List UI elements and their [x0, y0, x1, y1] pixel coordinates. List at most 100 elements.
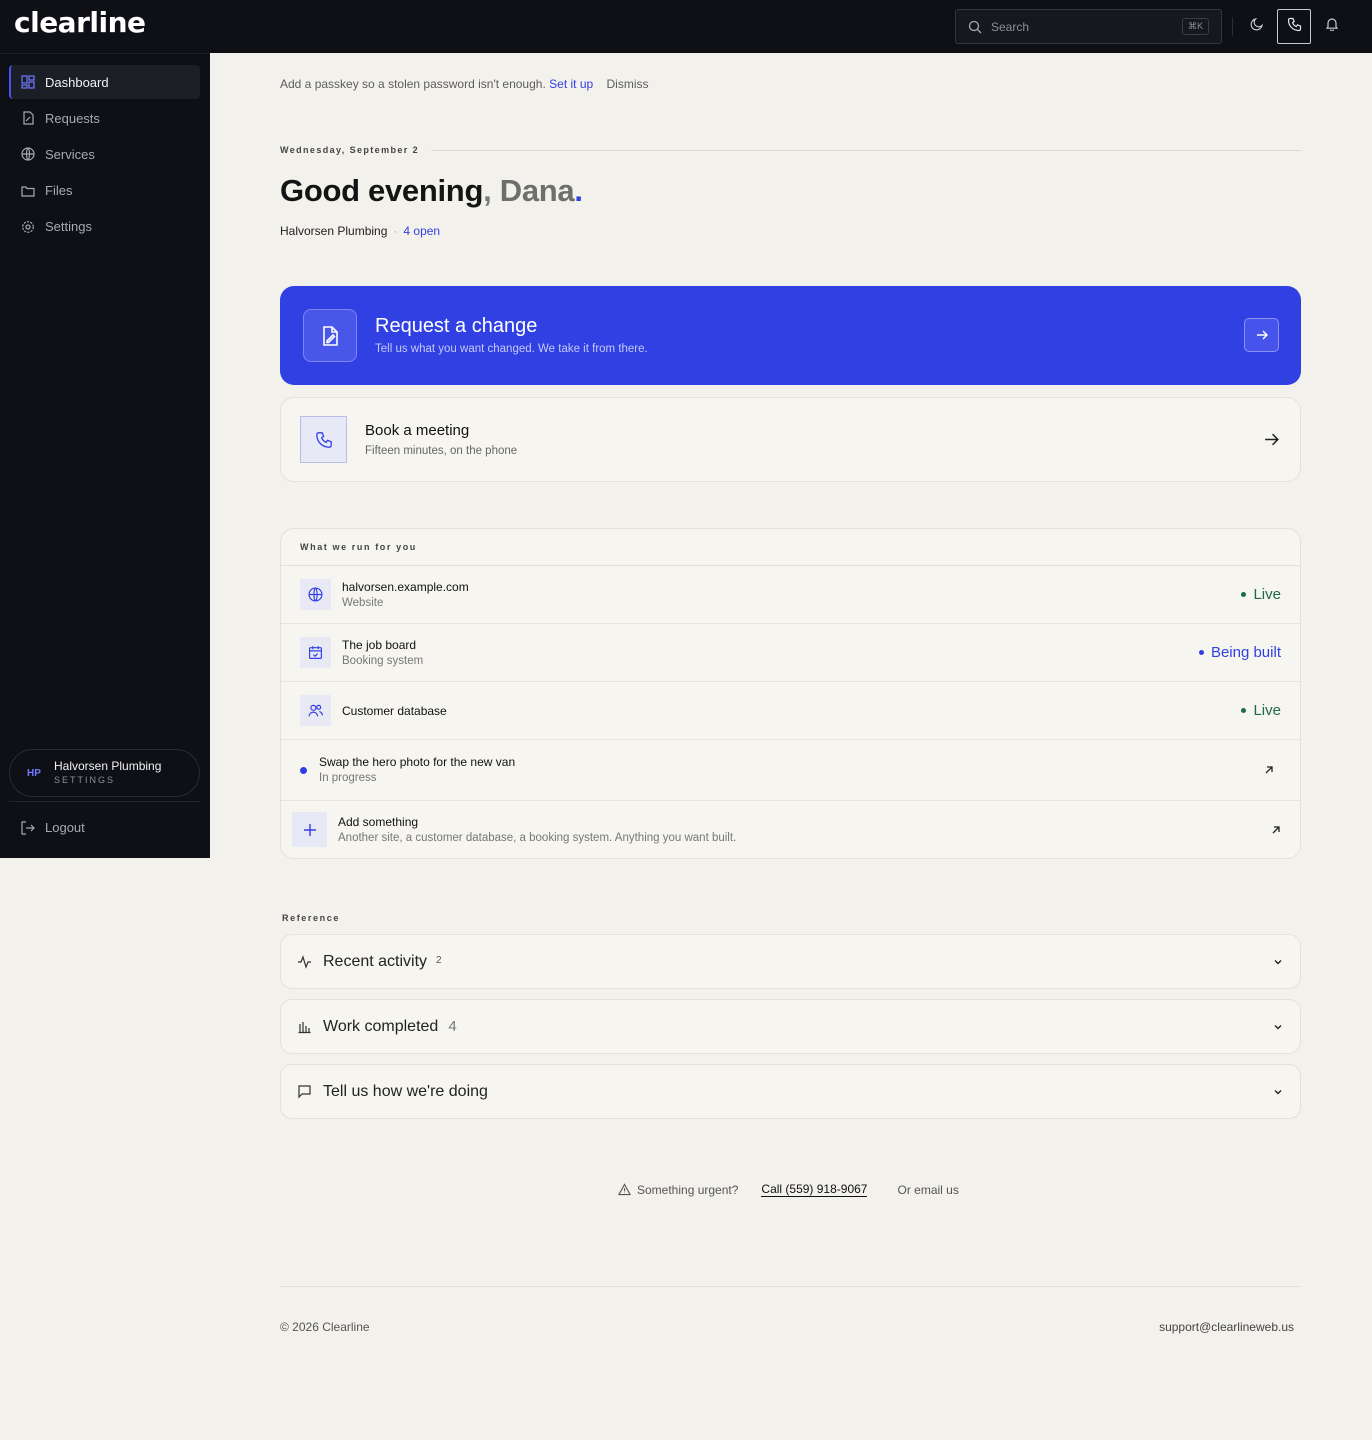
task-row[interactable]: Swap the hero photo for the new van In p…: [281, 740, 1300, 801]
service-name: Customer database: [342, 703, 447, 718]
service-type: Booking system: [342, 654, 424, 667]
sidebar-item-label: Files: [45, 183, 73, 199]
copyright: © 2026 Clearline: [280, 1320, 370, 1334]
sidebar-item-dashboard[interactable]: Dashboard: [9, 65, 200, 99]
service-info: The job board Booking system: [342, 637, 423, 669]
add-description: Another site, a customer database, a boo…: [338, 831, 737, 844]
org-info: Halvorsen Plumbing SETTINGS: [54, 759, 161, 787]
service-row[interactable]: halvorsen.example.com Website Live: [281, 566, 1300, 624]
phone-icon: [300, 416, 347, 463]
accordion-label: Tell us how we're doing: [323, 1082, 488, 1100]
arrow-right-icon[interactable]: [1244, 318, 1279, 352]
meeting-subtitle: Fifteen minutes, on the phone: [365, 445, 518, 457]
hero-subtitle: Tell us what you want changed. We take i…: [375, 343, 648, 355]
urgent-text: Something urgent?: [637, 1182, 739, 1197]
accordion-title: Tell us how we're doing: [323, 1083, 488, 1101]
page-title: Good evening, Dana.: [280, 173, 583, 209]
call-link[interactable]: Call (559) 918-9067: [761, 1182, 868, 1197]
status-badge: Live: [1241, 586, 1281, 603]
status-label: Live: [1253, 586, 1281, 603]
accordion-recent-activity[interactable]: Recent activity 2: [280, 934, 1301, 989]
status-dot: [1241, 708, 1247, 713]
sidebar-item-label: Dashboard: [45, 74, 109, 90]
status-label: Live: [1253, 702, 1281, 719]
gear-icon: [21, 220, 35, 234]
search-input[interactable]: Search ⌘K: [955, 9, 1222, 44]
request-change-card[interactable]: Request a change Tell us what you want c…: [280, 286, 1301, 385]
service-info: Customer database: [342, 703, 447, 719]
logout-icon: [21, 820, 35, 835]
account-meta: Halvorsen Plumbing · 4 open: [280, 224, 440, 238]
accordion-title: Recent activity 2: [323, 953, 442, 971]
chevron-down-icon: [1272, 1086, 1284, 1098]
task-info: Swap the hero photo for the new van In p…: [319, 754, 515, 786]
sidebar-item-settings[interactable]: Settings: [9, 210, 200, 244]
accordion-label: Work completed: [323, 1017, 439, 1035]
arrow-up-right-icon: [1263, 764, 1275, 776]
brand-logo[interactable]: clearline: [14, 6, 146, 39]
top-bar: Search ⌘K: [210, 0, 1372, 53]
logout-button[interactable]: Logout: [21, 820, 85, 835]
company-name: Halvorsen Plumbing: [280, 224, 388, 238]
sidebar-item-services[interactable]: Services: [9, 137, 200, 171]
support-email-link[interactable]: support@clearlineweb.us: [1159, 1320, 1294, 1334]
arrow-right-icon: [1263, 431, 1280, 448]
user-name: Dana: [499, 173, 575, 208]
plus-icon: [292, 812, 327, 847]
reference-label: Reference: [282, 913, 340, 923]
add-info: Add something Another site, a customer d…: [338, 814, 736, 846]
org-settings-label: SETTINGS: [54, 775, 116, 785]
chevron-down-icon: [1272, 956, 1284, 968]
book-meeting-card[interactable]: Book a meeting Fifteen minutes, on the p…: [280, 397, 1301, 482]
accordion-feedback[interactable]: Tell us how we're doing: [280, 1064, 1301, 1119]
accordion-label: Recent activity: [323, 952, 428, 970]
meta-separator: ·: [393, 224, 398, 238]
bar-chart-icon: [297, 1019, 312, 1034]
status-badge: Live: [1241, 702, 1281, 719]
org-name: Halvorsen Plumbing: [54, 759, 162, 773]
hero-title: Request a change: [375, 315, 538, 337]
sidebar-item-label: Requests: [45, 110, 100, 126]
sidebar-item-label: Services: [45, 146, 95, 162]
add-title: Add something: [338, 814, 419, 829]
email-link[interactable]: Or email us: [897, 1183, 958, 1197]
search-placeholder: Search: [991, 19, 1030, 34]
arrow-up-right-icon: [1270, 824, 1282, 836]
passkey-text: Add a passkey so a stolen password isn't…: [280, 77, 546, 91]
sidebar-item-files[interactable]: Files: [9, 174, 200, 208]
open-requests-link[interactable]: 4 open: [403, 224, 440, 238]
services-heading: What we run for you: [281, 529, 1300, 566]
phone-icon: [1287, 17, 1302, 37]
sidebar-item-requests[interactable]: Requests: [9, 101, 200, 135]
org-switcher[interactable]: HP Halvorsen Plumbing SETTINGS: [9, 749, 200, 797]
accordion-count: 2: [436, 954, 442, 966]
greeting-dot: .: [574, 173, 583, 208]
chevron-down-icon: [1272, 1021, 1284, 1033]
divider: [1232, 17, 1233, 36]
date-row: Wednesday, September 2: [280, 145, 1301, 155]
service-row[interactable]: The job board Booking system Being built: [281, 624, 1300, 682]
org-avatar: HP: [27, 767, 41, 779]
passkey-banner: Add a passkey so a stolen password isn't…: [280, 77, 649, 91]
status-dot: [1198, 650, 1204, 655]
notifications-button[interactable]: [1315, 9, 1349, 44]
passkey-setup-link[interactable]: Set it up: [549, 77, 593, 91]
task-status: In progress: [319, 772, 377, 784]
service-row[interactable]: Customer database Live: [281, 682, 1300, 740]
theme-toggle-button[interactable]: [1240, 9, 1274, 44]
service-name: The job board: [342, 637, 417, 652]
status-label: Being built: [1210, 644, 1281, 661]
globe-icon: [21, 147, 35, 161]
logout-label: Logout: [45, 820, 85, 835]
request-icon: [21, 111, 35, 125]
accordion-work-completed[interactable]: Work completed 4: [280, 999, 1301, 1054]
calendar-icon: [300, 637, 331, 668]
sidebar: clearline Dashboard Requests Services Fi…: [0, 0, 210, 858]
divider: [280, 1286, 1301, 1287]
call-button[interactable]: [1277, 9, 1311, 44]
dismiss-button[interactable]: Dismiss: [607, 77, 649, 91]
add-service-row[interactable]: Add something Another site, a customer d…: [281, 801, 1300, 858]
globe-icon: [300, 579, 331, 610]
status-badge: Being built: [1198, 644, 1281, 661]
folder-icon: [21, 184, 35, 198]
